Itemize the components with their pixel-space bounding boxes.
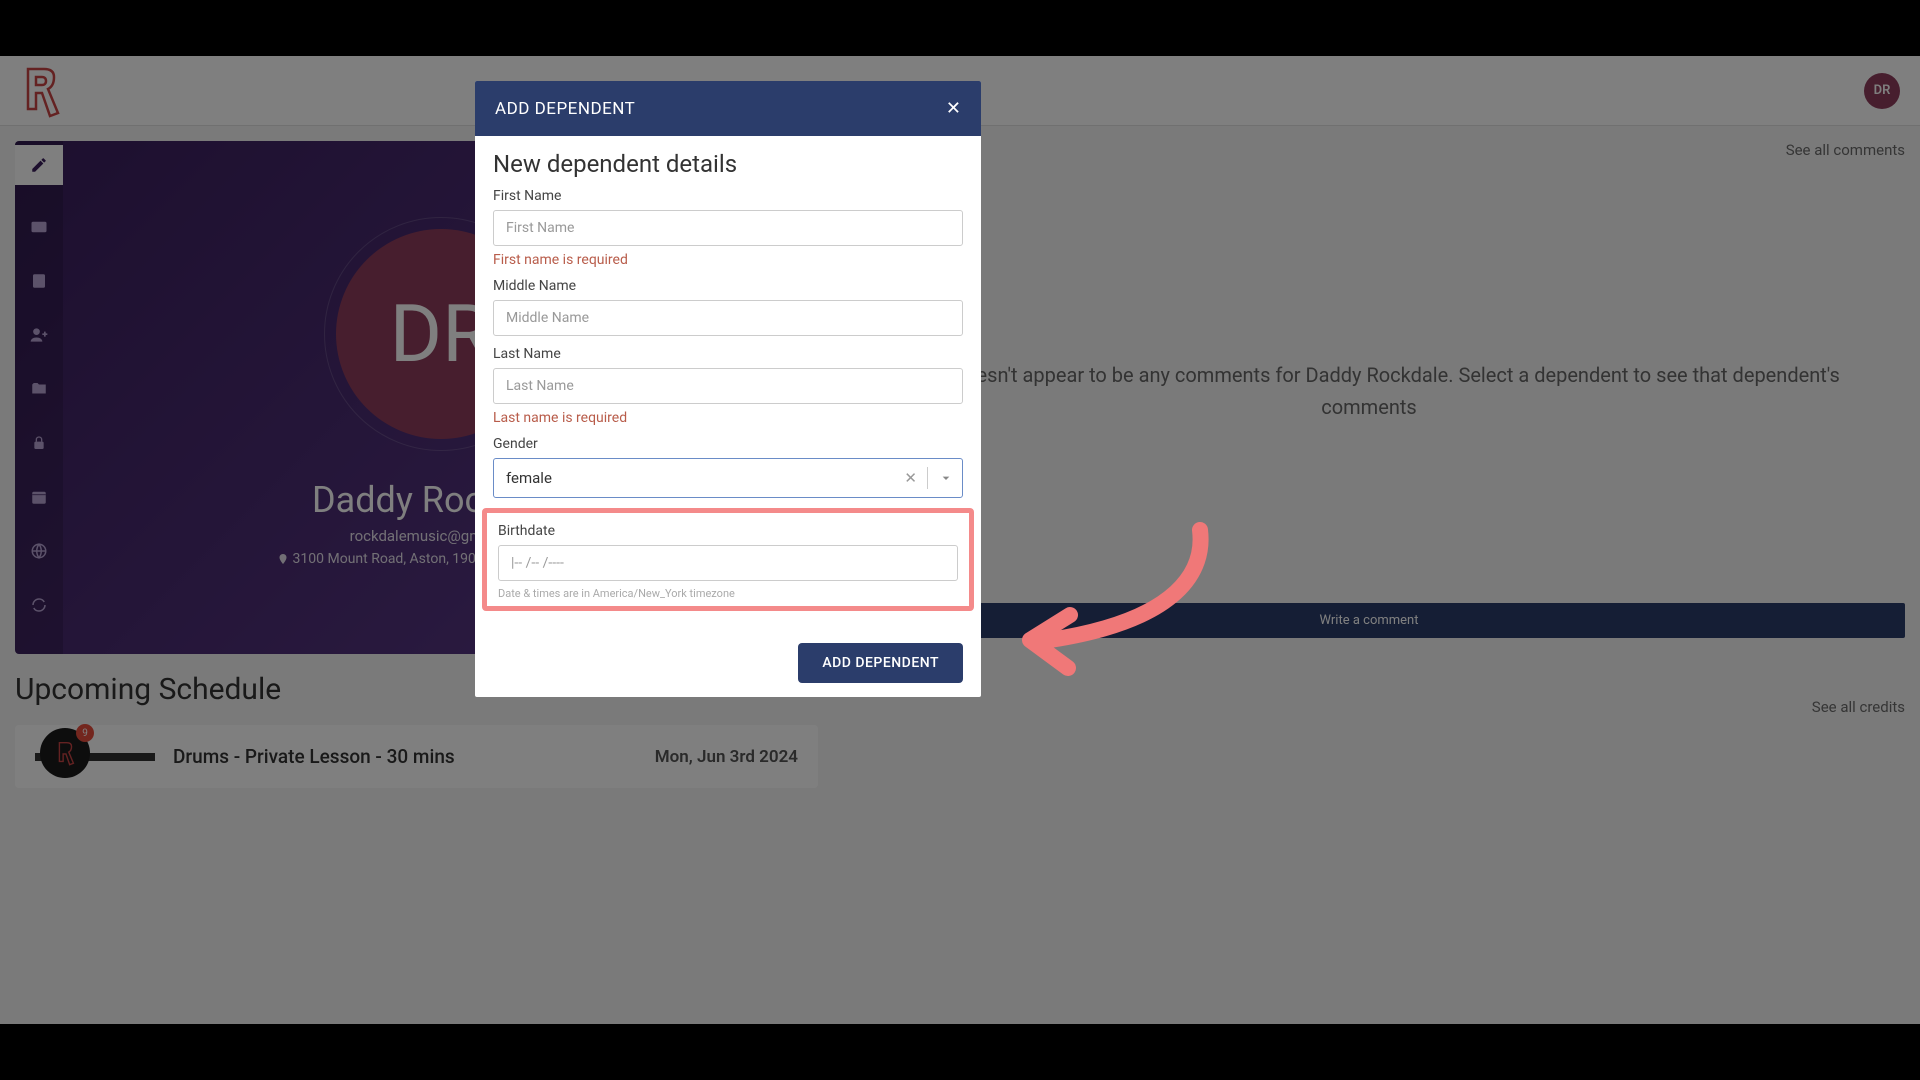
chevron-down-icon[interactable] — [938, 470, 954, 486]
add-dependent-modal: ADD DEPENDENT ✕ New dependent details Fi… — [475, 81, 981, 697]
modal-title: ADD DEPENDENT — [495, 99, 635, 119]
birthdate-label: Birthdate — [498, 523, 958, 539]
gender-select[interactable]: female ✕ — [493, 458, 963, 498]
last-name-error: Last name is required — [493, 410, 963, 426]
gender-value: female — [494, 459, 962, 497]
middle-name-group: Middle Name — [493, 278, 963, 336]
modal-footer: ADD DEPENDENT — [475, 629, 981, 697]
last-name-group: Last Name Last name is required — [493, 346, 963, 426]
modal-header: ADD DEPENDENT ✕ — [475, 81, 981, 136]
timezone-note: Date & times are in America/New_York tim… — [498, 587, 958, 600]
clear-icon[interactable]: ✕ — [904, 469, 917, 487]
last-name-label: Last Name — [493, 346, 963, 362]
modal-body: New dependent details First Name First n… — [475, 136, 981, 629]
middle-name-label: Middle Name — [493, 278, 963, 294]
select-divider — [927, 467, 928, 489]
first-name-group: First Name First name is required — [493, 188, 963, 268]
first-name-error: First name is required — [493, 252, 963, 268]
add-dependent-button[interactable]: ADD DEPENDENT — [798, 643, 963, 683]
first-name-label: First Name — [493, 188, 963, 204]
first-name-input[interactable] — [493, 210, 963, 246]
middle-name-input[interactable] — [493, 300, 963, 336]
last-name-input[interactable] — [493, 368, 963, 404]
modal-subtitle: New dependent details — [493, 150, 963, 178]
gender-group: Gender female ✕ — [493, 436, 963, 498]
birthdate-input[interactable] — [498, 545, 958, 581]
birthdate-highlight: Birthdate Date & times are in America/Ne… — [482, 508, 974, 611]
birthdate-group: Birthdate Date & times are in America/Ne… — [498, 523, 958, 600]
gender-label: Gender — [493, 436, 963, 452]
close-icon[interactable]: ✕ — [946, 98, 961, 119]
